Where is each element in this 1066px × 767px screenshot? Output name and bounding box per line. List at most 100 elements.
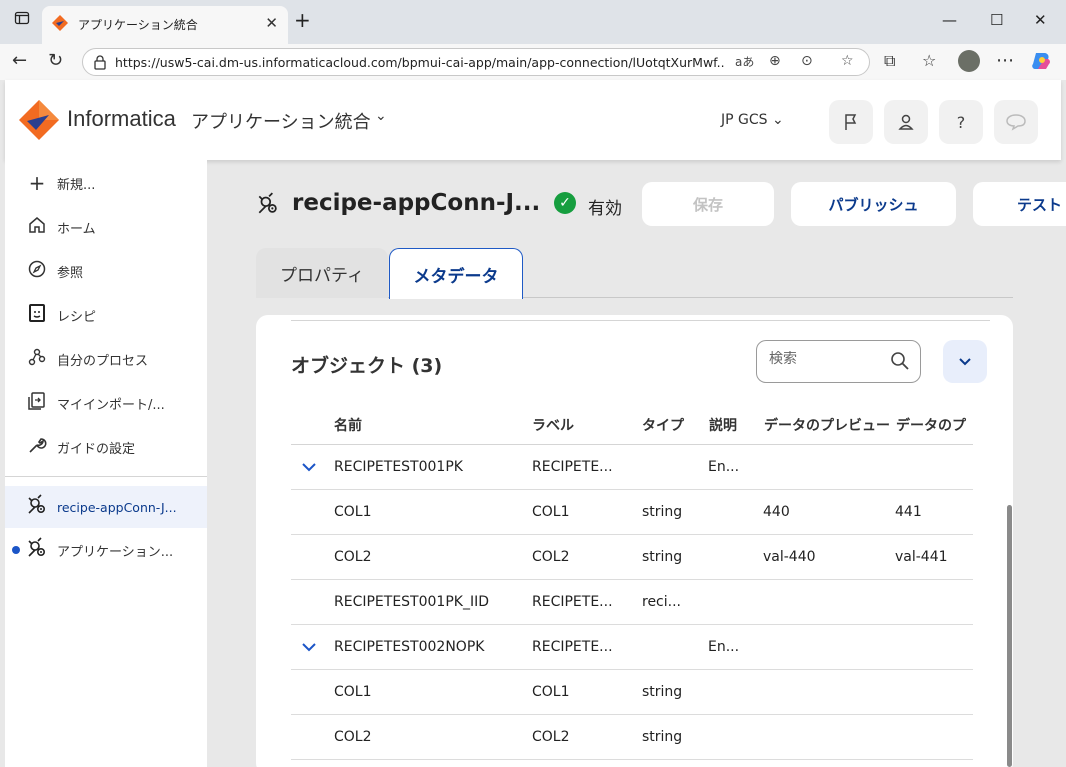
import-icon xyxy=(25,391,49,416)
test-button[interactable]: テスト xyxy=(973,182,1066,226)
chevron-down-icon[interactable]: ⌄ xyxy=(375,108,387,124)
favorites-icon[interactable]: ☆ xyxy=(922,50,936,72)
tab-title: アプリケーション統合 xyxy=(78,18,198,32)
cell-name: RECIPETEST001PK xyxy=(334,459,463,475)
sidebar-item-guide-setup[interactable]: ガイドの設定 xyxy=(5,427,207,467)
sidebar-item-label: ホーム xyxy=(57,221,96,237)
sidebar-item-my-processes[interactable]: 自分のプロセス xyxy=(5,339,207,379)
cell-type: string xyxy=(642,549,683,565)
cell-name: RECIPETEST001PK_IID xyxy=(334,594,489,610)
profile-button[interactable] xyxy=(884,100,928,144)
chat-button[interactable] xyxy=(994,100,1038,144)
table-row[interactable]: RECIPETEST002NOPK RECIPETE... En... xyxy=(291,625,973,670)
column-header-name[interactable]: 名前 xyxy=(334,415,514,435)
sidebar-item-label: 新規... xyxy=(57,177,96,193)
sidebar-item-label: ガイドの設定 xyxy=(57,441,136,457)
sidebar-item-new[interactable]: + 新規... xyxy=(5,163,207,203)
wrench-icon xyxy=(25,435,49,460)
collapse-all-button[interactable] xyxy=(943,340,987,383)
sidebar-item-label: 参照 xyxy=(57,265,84,281)
process-icon xyxy=(25,347,49,372)
browser-titlebar: アプリケーション統合 ✕ + — ☐ ✕ xyxy=(0,0,1066,44)
app-switcher[interactable]: アプリケーション統合 xyxy=(191,108,371,134)
maximize-icon[interactable]: ☐ xyxy=(990,10,1003,30)
new-tab-icon[interactable]: + xyxy=(294,10,311,30)
column-header-label[interactable]: ラベル xyxy=(532,415,627,435)
app-connection-icon xyxy=(25,536,49,564)
cell-label: COL1 xyxy=(532,504,570,520)
extensions-icon[interactable]: ⧉ xyxy=(884,50,895,72)
column-header-preview-1[interactable]: データのプレビュー xyxy=(764,415,892,435)
table-row[interactable]: RECIPETEST001PK_IID RECIPETE... reci... xyxy=(291,580,973,625)
browser-tab[interactable]: アプリケーション統合 ✕ xyxy=(42,6,288,44)
compass-icon xyxy=(25,260,49,283)
vertical-scrollbar[interactable] xyxy=(1007,505,1012,767)
more-page-icon[interactable]: ⊙ xyxy=(801,53,813,69)
save-button[interactable]: 保存 xyxy=(642,182,774,226)
sidebar-item-label: アプリケーション... xyxy=(57,544,174,560)
app-connection-icon xyxy=(25,493,49,521)
help-button[interactable]: ? xyxy=(939,100,983,144)
cell-label: COL1 xyxy=(532,684,570,700)
column-header-description[interactable]: 説明 xyxy=(709,415,759,435)
search-field[interactable] xyxy=(756,340,921,383)
table-row[interactable]: COL2 COL2 string xyxy=(291,715,973,760)
tab-properties[interactable]: プロパティ xyxy=(256,248,388,298)
org-selector[interactable]: JP GCS ⌄ xyxy=(721,112,784,128)
informatica-favicon-icon xyxy=(52,15,68,31)
status-label: 有効 xyxy=(588,199,622,219)
sidebar-item-label: recipe-appConn-J... xyxy=(57,499,177,515)
table-row[interactable]: COL1 COL1 string 440 441 xyxy=(291,490,973,535)
column-header-type[interactable]: タイプ xyxy=(642,415,700,435)
tab-actions-icon[interactable] xyxy=(14,10,30,31)
objects-title: オブジェクト (3) xyxy=(291,355,443,377)
lock-icon xyxy=(94,55,106,70)
table-row[interactable]: COL1 COL1 string xyxy=(291,670,973,715)
minimize-icon[interactable]: — xyxy=(942,10,957,30)
cell-name: COL1 xyxy=(334,504,372,520)
copilot-icon[interactable] xyxy=(1030,50,1052,78)
table-row[interactable]: COL2 COL2 string val-440 val-441 xyxy=(291,535,973,580)
close-window-icon[interactable]: ✕ xyxy=(1034,10,1047,30)
flag-button[interactable] xyxy=(829,100,873,144)
page-title: recipe-appConn-J... xyxy=(292,190,541,216)
read-aloud-icon[interactable]: aあ xyxy=(735,53,754,70)
chevron-down-icon xyxy=(959,357,971,365)
detail-tabs: プロパティ メタデータ xyxy=(256,248,1013,299)
search-input[interactable] xyxy=(769,351,879,367)
brand-name: Informatica xyxy=(67,106,176,131)
cell-label: RECIPETE... xyxy=(532,594,613,610)
sidebar-item-label: 自分のプロセス xyxy=(57,353,149,369)
expand-chevron-icon[interactable] xyxy=(301,641,317,653)
close-tab-icon[interactable]: ✕ xyxy=(265,14,278,32)
cell-name: COL2 xyxy=(334,729,372,745)
favorite-star-icon[interactable]: ☆ xyxy=(841,53,854,69)
expand-chevron-icon[interactable] xyxy=(301,461,317,473)
settings-more-icon[interactable]: ⋯ xyxy=(996,50,1014,72)
sidebar-item-home[interactable]: ホーム xyxy=(5,207,207,247)
back-icon[interactable]: ← xyxy=(12,50,27,72)
check-circle-icon: ✓ xyxy=(554,192,576,214)
cell-label: COL2 xyxy=(532,729,570,745)
cell-type: string xyxy=(642,684,683,700)
sidebar-item-open-connection[interactable]: recipe-appConn-J... xyxy=(5,486,207,528)
address-bar[interactable]: https://usw5-cai.dm-us.informaticacloud.… xyxy=(82,48,870,76)
cell-description: En... xyxy=(708,459,740,475)
sidebar-item-explore[interactable]: 参照 xyxy=(5,251,207,291)
recipe-icon xyxy=(25,303,49,328)
search-icon[interactable] xyxy=(890,351,910,371)
column-header-preview-2[interactable]: データのプ xyxy=(896,415,973,435)
reload-icon[interactable]: ↻ xyxy=(48,50,63,72)
profile-avatar[interactable] xyxy=(958,50,980,72)
table-row[interactable]: RECIPETEST001PK RECIPETE... En... xyxy=(291,445,973,490)
cell-type: string xyxy=(642,504,683,520)
sidebar-item-open-connection-2[interactable]: アプリケーション... xyxy=(5,530,207,570)
publish-button[interactable]: パブリッシュ xyxy=(791,182,956,226)
cell-label: RECIPETE... xyxy=(532,639,613,655)
sidebar-item-recipes[interactable]: レシピ xyxy=(5,295,207,335)
org-name: JP GCS xyxy=(721,112,768,128)
cell-name: RECIPETEST002NOPK xyxy=(334,639,485,655)
zoom-icon[interactable]: ⊕ xyxy=(769,53,781,69)
sidebar-item-my-imports[interactable]: マイインポート/... xyxy=(5,383,207,423)
tab-metadata[interactable]: メタデータ xyxy=(389,248,523,299)
